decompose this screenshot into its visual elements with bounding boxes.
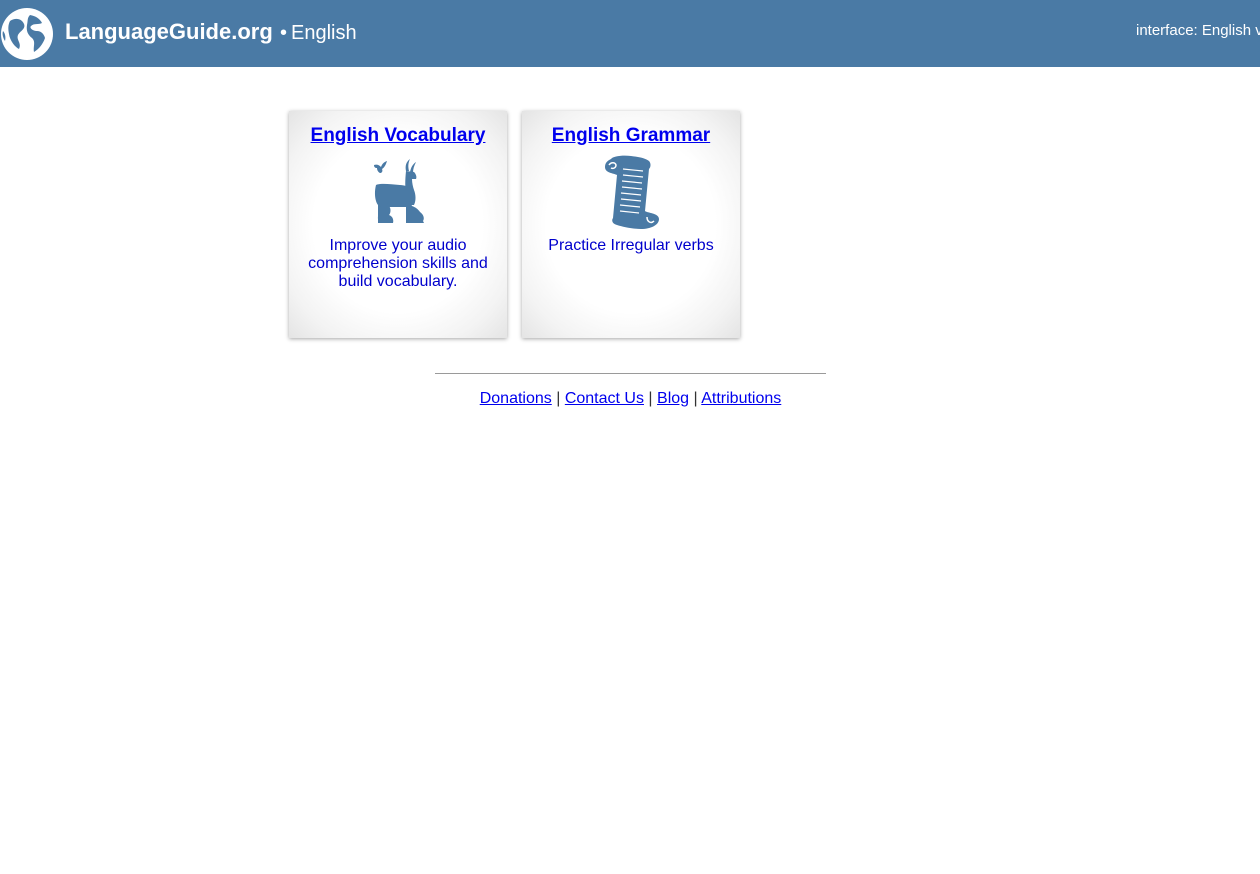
site-header: LanguageGuide.org • English interface: E… bbox=[0, 0, 1260, 67]
vocabulary-card-title[interactable]: English Vocabulary bbox=[289, 125, 507, 147]
scroll-icon[interactable] bbox=[601, 155, 661, 231]
footer-link-donations[interactable]: Donations bbox=[480, 390, 552, 407]
footer-links: Donations | Contact Us | Blog | Attribut… bbox=[435, 390, 826, 408]
footer-link-attributions[interactable]: Attributions bbox=[701, 390, 781, 407]
footer-divider bbox=[435, 373, 826, 374]
site-language: English bbox=[291, 22, 357, 44]
vocabulary-card[interactable]: English Vocabulary Improve your audio co… bbox=[289, 111, 507, 338]
grammar-card-title[interactable]: English Grammar bbox=[522, 125, 740, 147]
vocabulary-card-description[interactable]: Improve your audio comprehension skills … bbox=[303, 237, 493, 291]
footer-link-blog[interactable]: Blog bbox=[657, 390, 689, 407]
interface-language-selector[interactable]: interface: English v bbox=[1136, 22, 1260, 39]
site-title[interactable]: LanguageGuide.org bbox=[65, 19, 273, 45]
chevron-down-icon: v bbox=[1255, 22, 1260, 39]
animals-icon[interactable] bbox=[370, 159, 426, 225]
footer-separator: | bbox=[693, 390, 698, 407]
footer-link-contact-us[interactable]: Contact Us bbox=[565, 390, 644, 407]
interface-label: interface: English bbox=[1136, 22, 1252, 39]
footer-separator: | bbox=[648, 390, 653, 407]
title-separator-dot: • bbox=[280, 22, 288, 44]
globe-icon[interactable] bbox=[0, 7, 54, 61]
footer-separator: | bbox=[556, 390, 561, 407]
grammar-card[interactable]: English Grammar Practice Irregular verbs bbox=[522, 111, 740, 338]
grammar-card-description[interactable]: Practice Irregular verbs bbox=[536, 237, 726, 255]
